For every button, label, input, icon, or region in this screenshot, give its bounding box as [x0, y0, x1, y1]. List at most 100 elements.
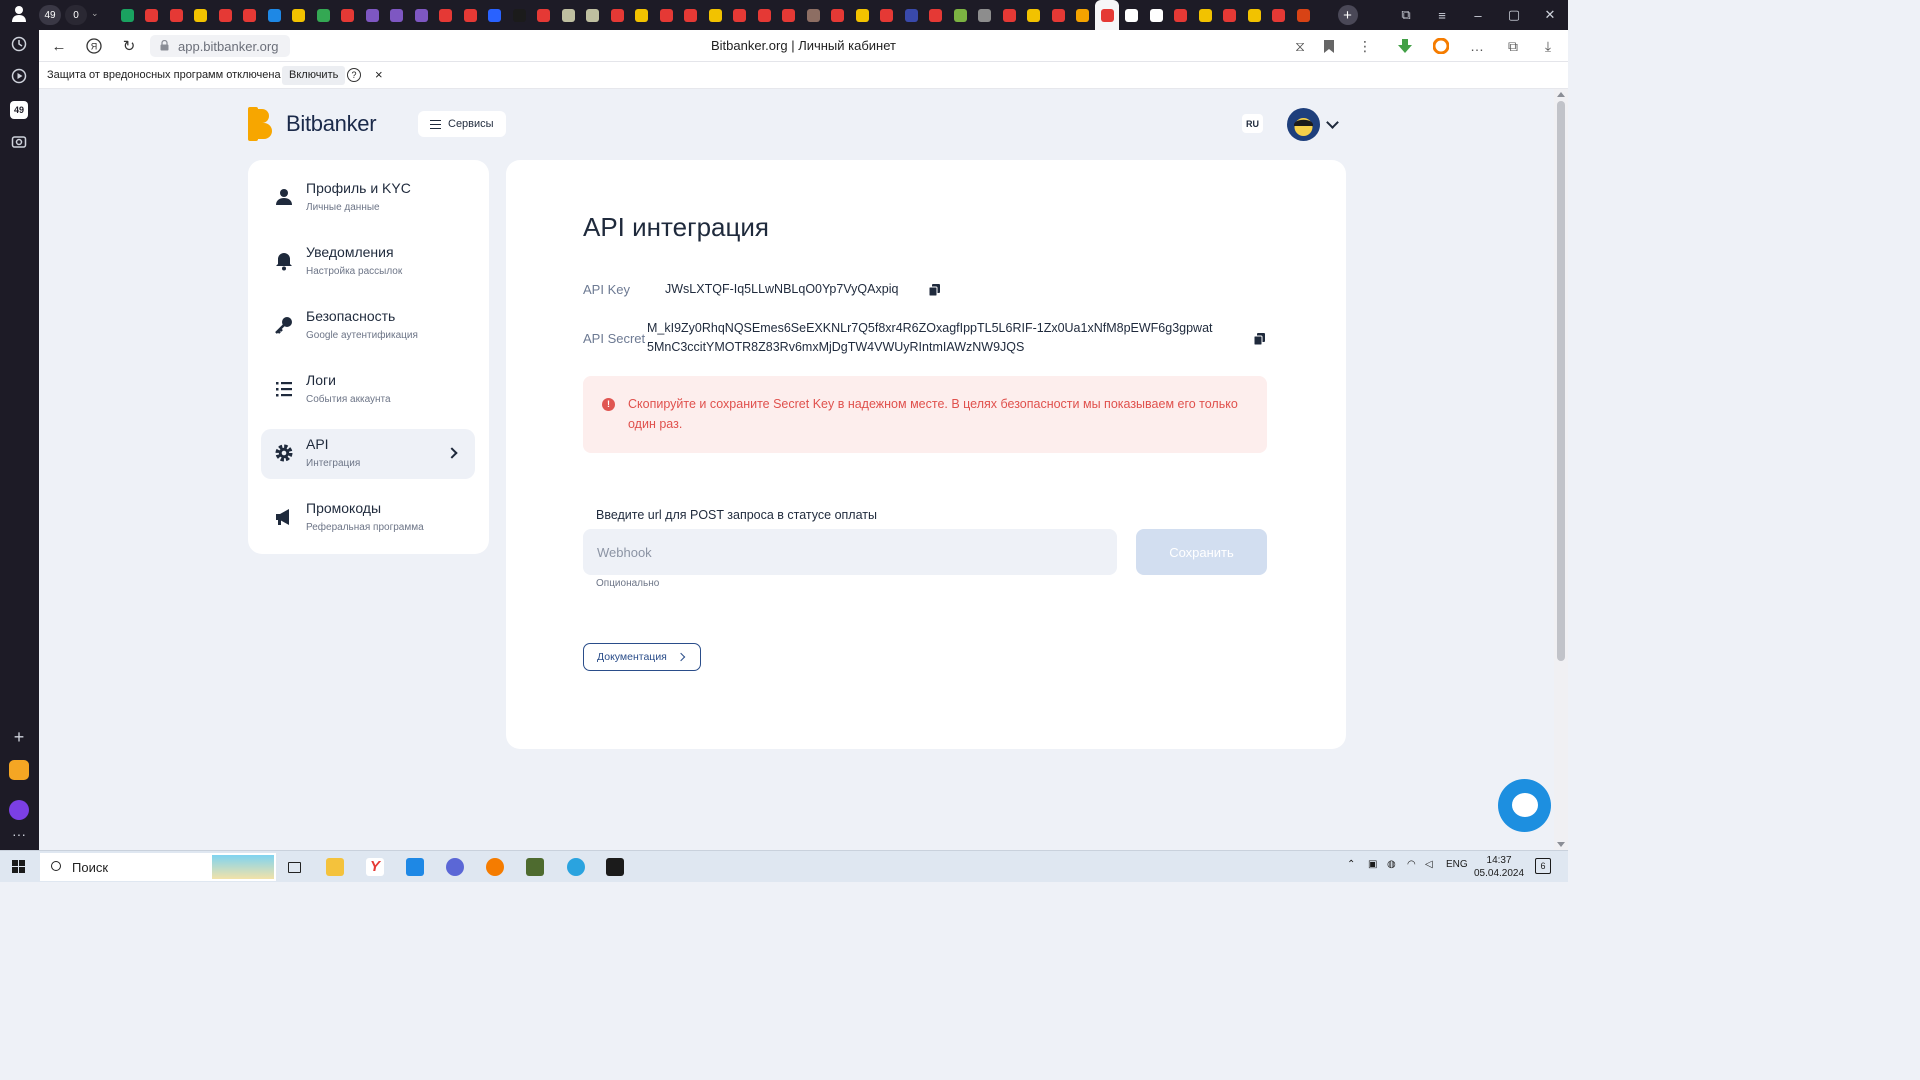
add-panel-icon[interactable]: +	[9, 727, 29, 747]
api-key-value[interactable]: JWsLXTQF-Iq5LLwNBLqO0Yp7VyQAxpiq	[665, 280, 898, 299]
chevron-down-icon[interactable]	[1326, 116, 1339, 129]
menu-icon[interactable]: ≡	[1424, 0, 1460, 30]
menu-item-api[interactable]: API Интеграция	[261, 429, 475, 479]
back-button[interactable]: ←	[49, 36, 69, 56]
menu-item-promocodes[interactable]: Промокоды Реферальная программа	[261, 493, 475, 543]
tab[interactable]	[924, 4, 948, 26]
tab[interactable]	[483, 4, 507, 26]
tab[interactable]	[1218, 4, 1242, 26]
screenshot-icon[interactable]	[9, 134, 29, 154]
services-button[interactable]: Сервисы	[418, 111, 506, 137]
api-secret-value[interactable]: M_kI9Zy0RhqNQSEmes6SeEXKNLr7Q5f8xr4R6ZOx…	[647, 319, 1213, 357]
tab-group-counter[interactable]: 49	[39, 5, 61, 25]
telegram-icon[interactable]	[563, 855, 589, 879]
task-view-icon[interactable]	[281, 855, 307, 879]
tab[interactable]	[360, 4, 384, 26]
tab[interactable]	[1120, 4, 1144, 26]
chevron-down-icon[interactable]: ⌄	[91, 8, 105, 22]
tab[interactable]	[115, 4, 139, 26]
mail-icon[interactable]	[9, 760, 29, 780]
collections-icon[interactable]: ⧉	[1503, 36, 1523, 56]
tray-app-icon[interactable]: ▣	[1368, 859, 1377, 870]
game-app-icon[interactable]	[522, 855, 548, 879]
tab[interactable]	[1022, 4, 1046, 26]
download-icon[interactable]	[1395, 36, 1415, 56]
tab[interactable]	[409, 4, 433, 26]
tab[interactable]	[189, 4, 213, 26]
webhook-input[interactable]	[583, 529, 1117, 575]
tab[interactable]	[164, 4, 188, 26]
tab[interactable]	[728, 4, 752, 26]
tab[interactable]	[1267, 4, 1291, 26]
help-icon[interactable]: ?	[347, 68, 361, 82]
url-field[interactable]: app.bitbanker.org	[150, 35, 290, 57]
bookmark-icon[interactable]	[1319, 36, 1339, 56]
vscode-icon[interactable]	[402, 855, 428, 879]
tab-active[interactable]	[1095, 0, 1119, 30]
tab[interactable]	[434, 4, 458, 26]
scrollbar-thumb[interactable]	[1557, 101, 1565, 661]
close-icon[interactable]: ×	[375, 67, 383, 82]
tray-overflow-icon[interactable]: ⌃	[1347, 859, 1355, 870]
tab[interactable]	[654, 4, 678, 26]
maximize-button[interactable]: ▢	[1496, 0, 1532, 30]
tab[interactable]	[238, 4, 262, 26]
tab[interactable]	[1291, 4, 1315, 26]
tab[interactable]	[777, 4, 801, 26]
tab[interactable]	[1242, 4, 1266, 26]
brand-logo[interactable]: Bitbanker	[248, 107, 377, 141]
tab[interactable]	[311, 4, 335, 26]
tab[interactable]	[140, 4, 164, 26]
scroll-up-icon[interactable]	[1557, 92, 1565, 97]
tab[interactable]	[850, 4, 874, 26]
file-explorer-icon[interactable]	[322, 855, 348, 879]
tab[interactable]	[875, 4, 899, 26]
tab[interactable]	[556, 4, 580, 26]
scroll-down-icon[interactable]	[1557, 842, 1565, 847]
tab-manager-icon[interactable]: ⧉	[1388, 0, 1424, 30]
menu-item-logs[interactable]: Логи События аккаунта	[261, 365, 475, 415]
menu-item-notifications[interactable]: Уведомления Настройка рассылок	[261, 237, 475, 287]
tab[interactable]	[213, 4, 237, 26]
tab[interactable]	[801, 4, 825, 26]
profile-icon[interactable]	[9, 5, 29, 25]
tab[interactable]	[385, 4, 409, 26]
language-switch[interactable]: RU	[1242, 114, 1263, 133]
avatar[interactable]	[1287, 108, 1320, 141]
yandex-button[interactable]: Я	[84, 36, 104, 56]
copy-api-key-icon[interactable]	[929, 284, 940, 296]
documentation-button[interactable]: Документация	[583, 643, 701, 671]
copy-api-secret-icon[interactable]	[1254, 333, 1265, 345]
enable-protection-button[interactable]: Включить	[282, 66, 346, 85]
tab[interactable]	[507, 4, 531, 26]
tab[interactable]	[336, 4, 360, 26]
windows-start-icon[interactable]	[12, 860, 26, 874]
more-menu-icon[interactable]: ⋮	[1355, 36, 1375, 56]
volume-icon[interactable]: ◁	[1425, 859, 1433, 870]
input-language[interactable]: ENG	[1446, 859, 1468, 870]
page-scrollbar[interactable]	[1554, 89, 1568, 850]
alice-icon[interactable]	[9, 800, 29, 820]
tab[interactable]	[287, 4, 311, 26]
tab[interactable]	[679, 4, 703, 26]
notifications-icon[interactable]: 6	[1535, 858, 1551, 874]
more-icon[interactable]: ···	[9, 824, 29, 844]
tab[interactable]	[703, 4, 727, 26]
tab[interactable]	[605, 4, 629, 26]
tab-group-counter[interactable]: 0	[65, 5, 87, 25]
tab[interactable]	[826, 4, 850, 26]
tab[interactable]	[532, 4, 556, 26]
sidebar-badge[interactable]: 49	[10, 101, 28, 119]
tab[interactable]	[262, 4, 286, 26]
history-icon[interactable]	[9, 36, 29, 56]
terminal-icon[interactable]	[602, 855, 628, 879]
tab[interactable]	[1144, 4, 1168, 26]
tab[interactable]	[630, 4, 654, 26]
reload-button[interactable]: ↻	[119, 36, 139, 56]
new-tab-button[interactable]: +	[1337, 5, 1358, 25]
save-button[interactable]: Сохранить	[1136, 529, 1267, 575]
extension-icon[interactable]	[1431, 36, 1451, 56]
system-clock[interactable]: 14:37 05.04.2024	[1474, 854, 1524, 880]
chat-widget-button[interactable]	[1498, 779, 1551, 832]
firefox-icon[interactable]	[482, 855, 508, 879]
